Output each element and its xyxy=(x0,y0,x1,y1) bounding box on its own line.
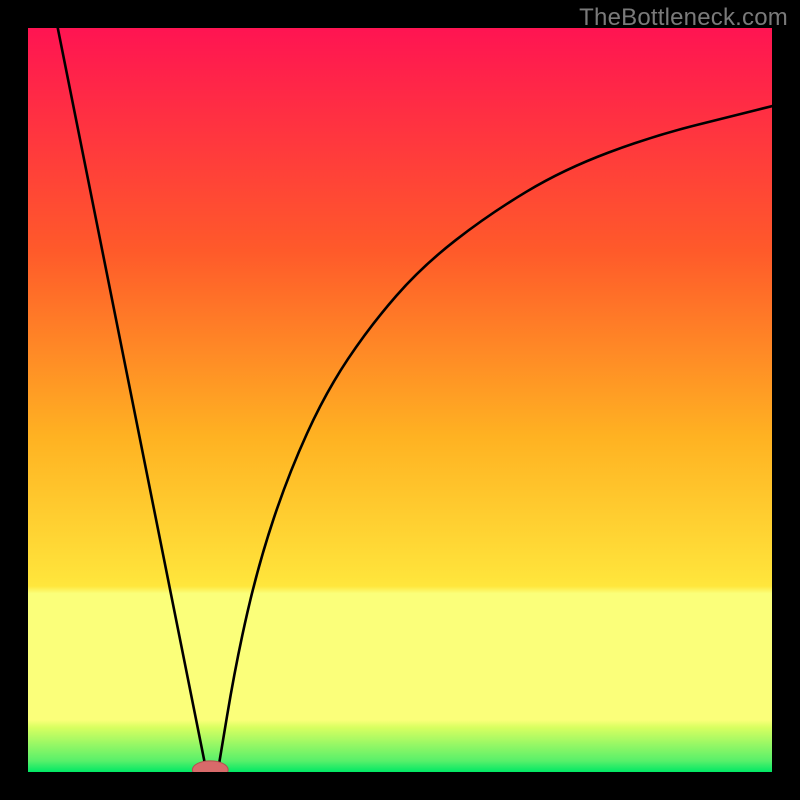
outer-frame: TheBottleneck.com xyxy=(0,0,800,800)
bottleneck-chart xyxy=(28,28,772,772)
gradient-background xyxy=(28,28,772,772)
watermark-text: TheBottleneck.com xyxy=(579,4,788,32)
